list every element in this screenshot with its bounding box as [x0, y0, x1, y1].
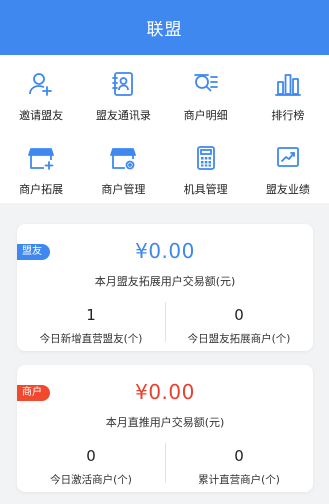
stat-value: 0 — [234, 447, 244, 465]
page-title: 联盟 — [146, 20, 183, 40]
trend-chart-icon — [273, 143, 303, 173]
menu-item-invite-ally[interactable]: 邀请盟友 — [0, 61, 82, 135]
feature-grid: 邀请盟友 盟友通讯录 商户明细 排行榜 商户拓展 商户管理 机具管理 盟友业绩 — [0, 55, 329, 203]
store-settings-icon — [108, 143, 138, 173]
menu-item-merchant-manage[interactable]: 商户管理 — [82, 135, 164, 209]
stat-value: 0 — [234, 306, 244, 324]
bar-chart-icon — [273, 69, 303, 99]
menu-item-device-manage[interactable]: 机具管理 — [165, 135, 247, 209]
menu-label: 盟友通讯录 — [95, 109, 151, 122]
menu-label: 邀请盟友 — [19, 109, 64, 122]
ally-amount-label: 本月盟友拓展用户交易额(元) — [94, 275, 236, 288]
stat-total-direct-merchants[interactable]: 0 累计直营商户(个) — [165, 447, 313, 487]
stat-label: 累计直营商户(个) — [198, 474, 280, 486]
stat-ally-expanded-merchants[interactable]: 0 今日盟友拓展商户(个) — [165, 306, 313, 346]
stat-value: 1 — [86, 306, 96, 324]
merchant-detail-icon — [191, 69, 221, 99]
menu-item-ranking[interactable]: 排行榜 — [247, 61, 329, 135]
ally-amount: ¥0.00 — [135, 239, 195, 263]
menu-label: 商户明细 — [183, 109, 228, 122]
stat-label: 今日激活商户(个) — [50, 474, 132, 486]
invite-user-icon — [26, 69, 56, 99]
stat-new-direct-allies[interactable]: 1 今日新增直营盟友(个) — [17, 306, 165, 346]
calculator-icon — [191, 143, 221, 173]
stat-label: 今日新增直营盟友(个) — [39, 333, 143, 345]
menu-item-merchant-detail[interactable]: 商户明细 — [165, 61, 247, 135]
top-header: 联盟 — [0, 0, 329, 55]
menu-label: 商户拓展 — [19, 183, 64, 196]
stat-activated-merchants[interactable]: 0 今日激活商户(个) — [17, 447, 165, 487]
contact-book-icon — [108, 69, 138, 99]
store-add-icon — [26, 143, 56, 173]
menu-label: 机具管理 — [183, 183, 228, 196]
merchant-amount: ¥0.00 — [135, 380, 195, 404]
menu-item-ally-contacts[interactable]: 盟友通讯录 — [82, 61, 164, 135]
menu-item-ally-performance[interactable]: 盟友业绩 — [247, 135, 329, 209]
menu-label: 排行榜 — [271, 109, 305, 122]
stat-value: 0 — [86, 447, 96, 465]
ally-summary-card[interactable]: 盟友 ¥0.00 本月盟友拓展用户交易额(元) 1 今日新增直营盟友(个) 0 … — [17, 224, 313, 351]
menu-item-merchant-expand[interactable]: 商户拓展 — [0, 135, 82, 209]
menu-label: 盟友业绩 — [265, 183, 310, 196]
merchant-amount-label: 本月直推用户交易额(元) — [105, 416, 225, 429]
stat-label: 今日盟友拓展商户(个) — [187, 333, 291, 345]
merchant-summary-card[interactable]: 商户 ¥0.00 本月直推用户交易额(元) 0 今日激活商户(个) 0 累计直营… — [17, 365, 313, 492]
menu-label: 商户管理 — [101, 183, 146, 196]
